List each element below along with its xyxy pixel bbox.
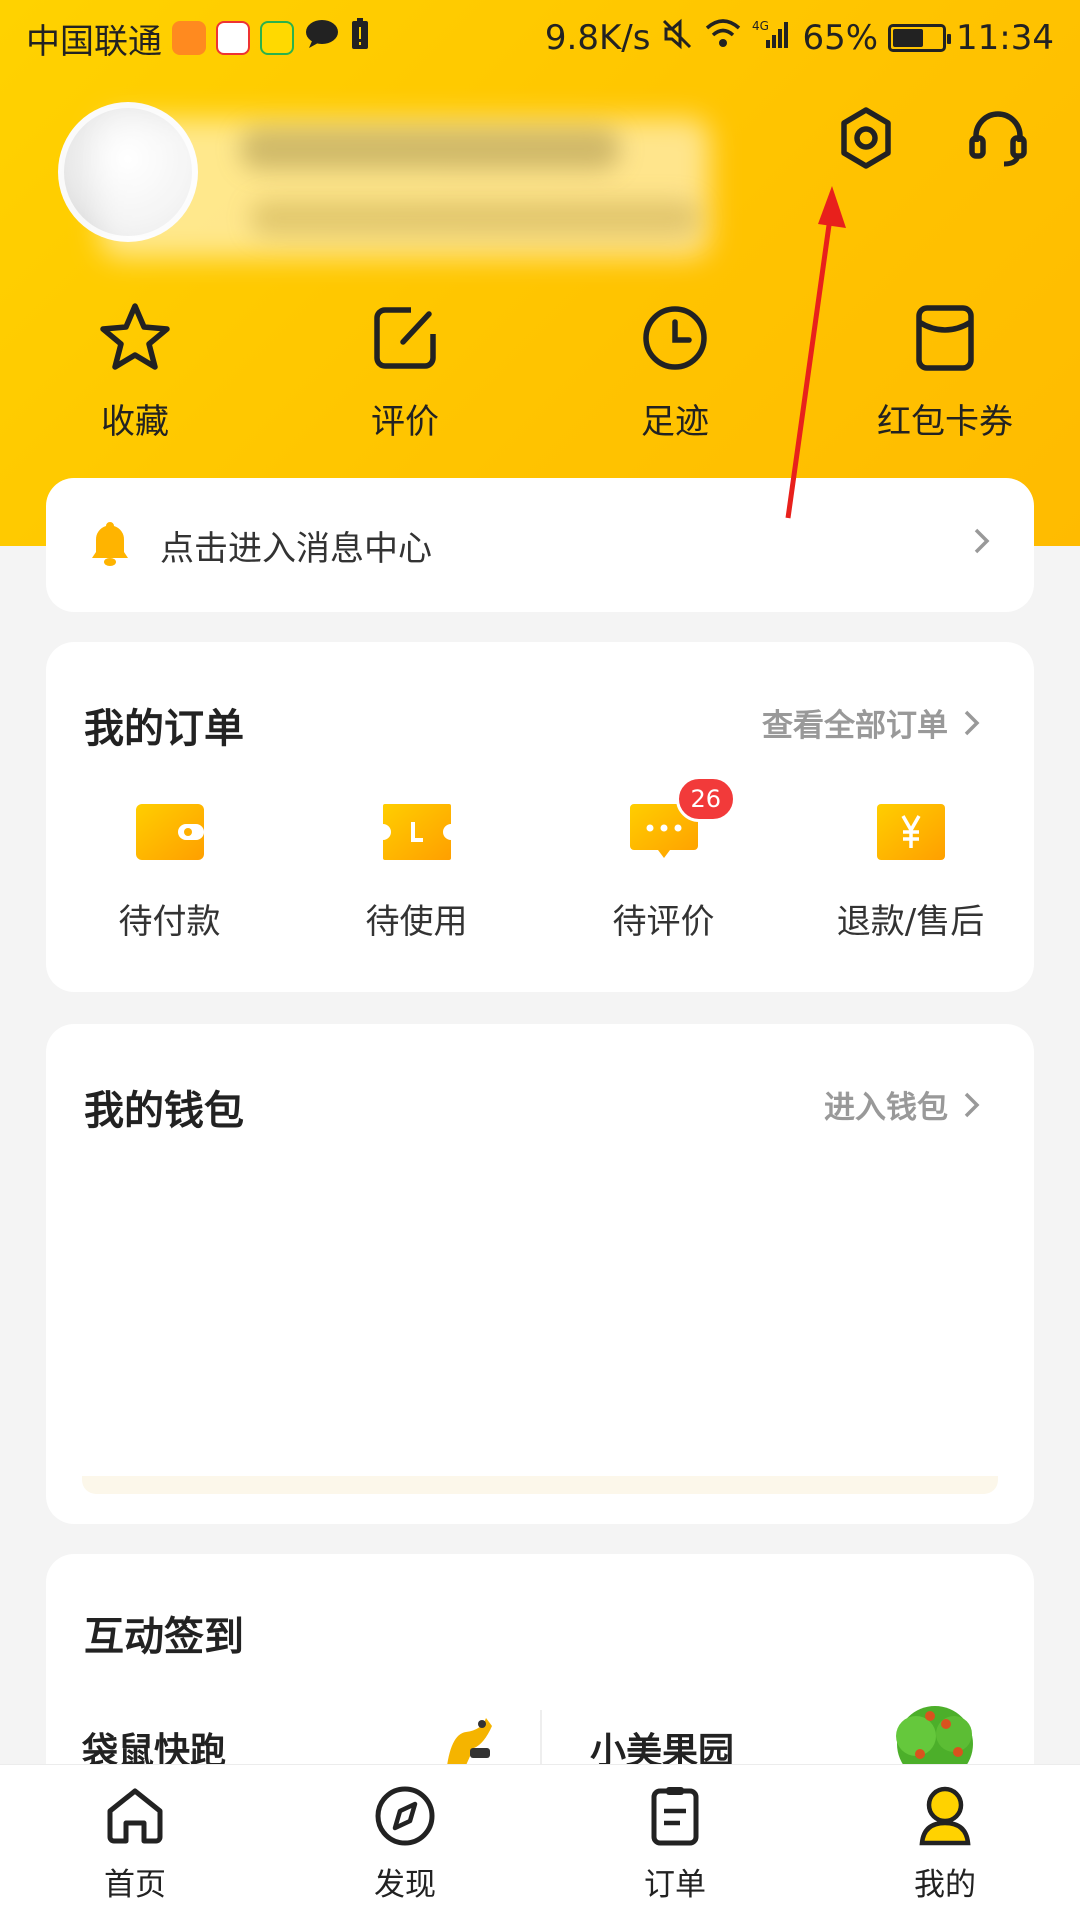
- order-status-to-review[interactable]: 26 待评价: [540, 776, 787, 943]
- order-list-icon: [642, 1783, 708, 1853]
- order-status-label: 退款/售后: [836, 902, 985, 942]
- headset-icon: [966, 106, 1030, 174]
- unread-badge: 26: [675, 776, 737, 822]
- order-status-label: 待使用: [365, 902, 468, 942]
- home-icon: [102, 1783, 168, 1853]
- enter-wallet-link[interactable]: 进入钱包: [824, 1082, 982, 1127]
- ticket-icon: [381, 802, 453, 866]
- svg-text:4G: 4G: [752, 19, 769, 33]
- quick-action-label: 红包卡券: [877, 402, 1013, 442]
- gear-icon: [834, 106, 898, 174]
- chat-icon: [304, 18, 340, 58]
- battery-alert-icon: [350, 17, 370, 59]
- weibo-icon: [216, 21, 250, 55]
- chevron-right-icon: [964, 710, 980, 735]
- mute-icon: [660, 17, 694, 60]
- message-center-entry[interactable]: 点击进入消息中心: [46, 478, 1034, 612]
- bell-icon: [88, 518, 132, 572]
- wallet-title: 我的钱包: [84, 1088, 244, 1134]
- quick-action-coupons[interactable]: 红包卡券: [810, 300, 1080, 450]
- my-orders-card: 我的订单 查看全部订单 待付款 待使用 26 待评价 退款/售后: [46, 642, 1034, 992]
- settings-button[interactable]: [830, 104, 902, 176]
- tab-home[interactable]: 首页: [0, 1765, 270, 1920]
- wifi-icon: [704, 18, 742, 59]
- profile-header-background: [0, 0, 1080, 546]
- enter-wallet-label: 进入钱包: [824, 1090, 948, 1126]
- clock-icon: [637, 300, 713, 380]
- chevron-right-icon: [964, 1092, 980, 1117]
- my-wallet-card: 我的钱包 进入钱包: [46, 1024, 1034, 1524]
- edit-icon: [367, 300, 443, 380]
- clock: 11:34: [956, 18, 1054, 58]
- view-all-orders-link[interactable]: 查看全部订单: [762, 700, 982, 745]
- order-status-refund[interactable]: 退款/售后: [787, 802, 1034, 943]
- quick-action-favorites[interactable]: 收藏: [0, 300, 270, 450]
- user-details-blurred: [250, 200, 700, 236]
- quick-action-reviews[interactable]: 评价: [270, 300, 540, 450]
- orders-title: 我的订单: [84, 706, 244, 752]
- wallet-icon: [134, 802, 206, 866]
- sign-in-title: 互动签到: [84, 1614, 244, 1660]
- tab-discover[interactable]: 发现: [270, 1765, 540, 1920]
- yen-icon: [875, 802, 947, 866]
- star-icon: [97, 300, 173, 380]
- profile-icon: [912, 1783, 978, 1853]
- bottom-tab-bar: 首页 发现 订单 我的: [0, 1764, 1080, 1920]
- tab-profile[interactable]: 我的: [810, 1765, 1080, 1920]
- status-bar: 中国联通 9.8K/s 4G 65% 11:34: [0, 0, 1080, 76]
- order-status-to-use[interactable]: 待使用: [293, 802, 540, 943]
- signal-icon: 4G: [752, 18, 792, 59]
- chevron-right-icon: [972, 525, 992, 565]
- battery-icon: [888, 24, 952, 52]
- uc-browser-icon: [172, 21, 206, 55]
- tab-label: 订单: [644, 1867, 706, 1903]
- order-status-pending-payment[interactable]: 待付款: [46, 802, 293, 943]
- qq-music-icon: [260, 21, 294, 55]
- order-status-label: 待付款: [118, 902, 221, 942]
- battery-percent: 65%: [802, 18, 879, 58]
- quick-action-label: 收藏: [101, 402, 169, 442]
- username-blurred: [240, 128, 620, 170]
- comment-icon: 26: [628, 776, 737, 866]
- wallet-content-strip: [82, 1476, 998, 1494]
- tab-label: 发现: [374, 1867, 436, 1903]
- tab-orders[interactable]: 订单: [540, 1765, 810, 1920]
- quick-action-label: 评价: [371, 402, 439, 442]
- tab-label: 首页: [104, 1867, 166, 1903]
- view-all-orders-label: 查看全部订单: [762, 708, 948, 744]
- customer-service-button[interactable]: [962, 104, 1034, 176]
- quick-action-history[interactable]: 足迹: [540, 300, 810, 450]
- order-status-label: 待评价: [612, 902, 715, 942]
- carrier-label: 中国联通: [26, 21, 162, 62]
- network-speed: 9.8K/s: [544, 18, 651, 58]
- coupon-icon: [907, 300, 983, 380]
- message-center-label: 点击进入消息中心: [160, 528, 432, 569]
- tab-label: 我的: [914, 1867, 976, 1903]
- compass-icon: [372, 1783, 438, 1853]
- quick-action-label: 足迹: [641, 402, 709, 442]
